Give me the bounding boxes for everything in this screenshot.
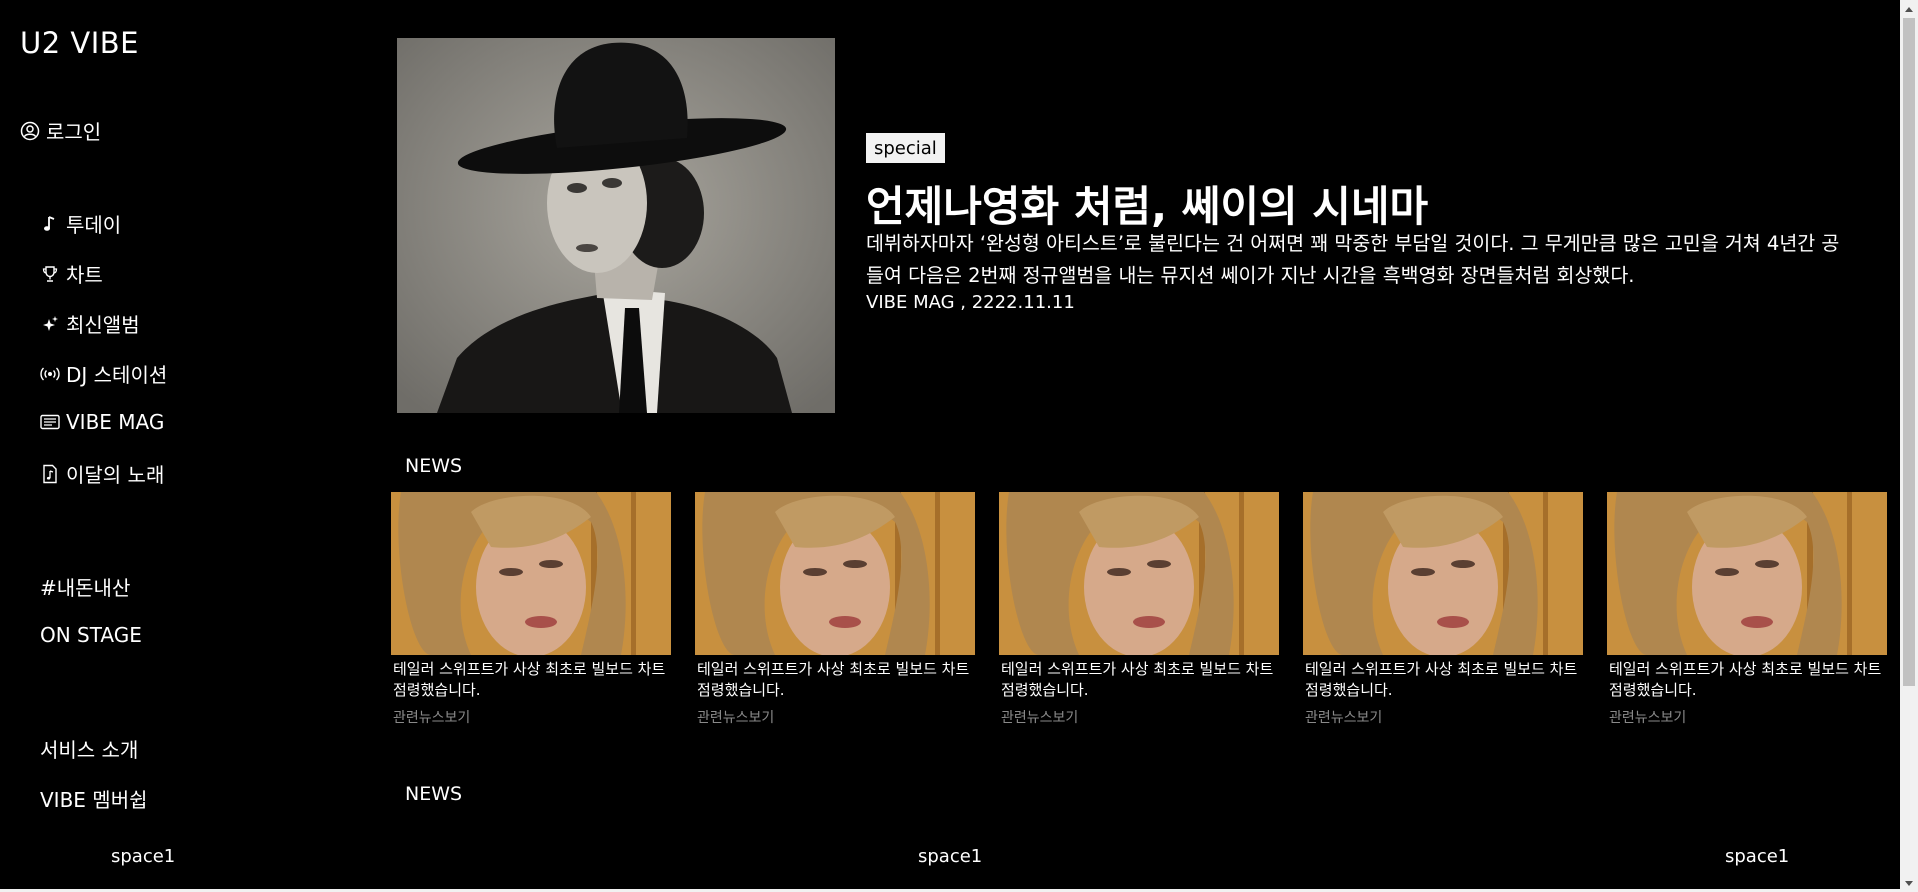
feature-meta: VIBE MAG , 2222.11.11 <box>866 292 1075 313</box>
feature-image[interactable] <box>397 38 835 413</box>
vertical-scrollbar[interactable] <box>1900 0 1918 892</box>
nav-label: VIBE MAG <box>66 410 165 434</box>
user-circle-icon <box>20 121 40 140</box>
music-note-icon <box>40 213 60 235</box>
related-news-link[interactable]: 관련뉴스보기 <box>695 707 975 727</box>
related-news-link[interactable]: 관련뉴스보기 <box>999 707 1279 727</box>
tag-link-my-money[interactable]: #내돈내산 <box>40 572 130 601</box>
space-label: space1 <box>1725 846 1790 867</box>
feature-badge: special <box>866 133 945 163</box>
news-caption: 테일러 스위프트가 사상 최초로 빌보드 차트 점령했습니다. <box>393 660 666 699</box>
news-card-list: 테일러 스위프트가 사상 최초로 빌보드 차트 점령했습니다. 관련뉴스보기 테… <box>391 492 1888 732</box>
news-thumbnail[interactable] <box>999 492 1279 655</box>
nav-item-chart[interactable]: 차트 <box>40 259 103 288</box>
nav-label: 최신앨범 <box>66 313 140 337</box>
news-caption: 테일러 스위프트가 사상 최초로 빌보드 차트 점령했습니다. <box>1305 660 1578 699</box>
sidebar: U2 VIBE 로그인 투데이 차트 최신앨범 DJ 스테이션 VIBE MAG… <box>0 0 380 892</box>
login-label: 로그인 <box>46 120 102 144</box>
tag-link-on-stage[interactable]: ON STAGE <box>40 623 142 647</box>
broadcast-icon <box>40 363 60 385</box>
logo[interactable]: U2 VIBE <box>20 26 139 60</box>
nav-item-dj-station[interactable]: DJ 스테이션 <box>40 359 167 388</box>
news-thumbnail[interactable] <box>1607 492 1887 655</box>
news-card[interactable]: 테일러 스위프트가 사상 최초로 빌보드 차트 점령했습니다. 관련뉴스보기 <box>1607 492 1887 727</box>
music-file-icon <box>40 463 60 485</box>
related-news-link[interactable]: 관련뉴스보기 <box>1303 707 1583 727</box>
nav-label: 투데이 <box>66 213 122 237</box>
news-thumbnail[interactable] <box>695 492 975 655</box>
related-news-link[interactable]: 관련뉴스보기 <box>1607 707 1887 727</box>
space-label: space1 <box>111 846 176 867</box>
nav-label: 이달의 노래 <box>66 463 165 487</box>
news-card[interactable]: 테일러 스위프트가 사상 최초로 빌보드 차트 점령했습니다. 관련뉴스보기 <box>391 492 671 727</box>
trophy-icon <box>40 263 60 285</box>
related-news-link[interactable]: 관련뉴스보기 <box>391 707 671 727</box>
news-card[interactable]: 테일러 스위프트가 사상 최초로 빌보드 차트 점령했습니다. 관련뉴스보기 <box>695 492 975 727</box>
nav-label: 차트 <box>66 263 103 287</box>
membership-link[interactable]: VIBE 멤버쉽 <box>40 784 148 813</box>
feature-title[interactable]: 언제나영화 처럼, 쎄이의 시네마 <box>866 173 1428 234</box>
nav-item-new-albums[interactable]: 최신앨범 <box>40 309 140 338</box>
sparkle-icon <box>40 313 60 335</box>
scroll-up-icon[interactable] <box>1900 0 1918 17</box>
nav-item-today[interactable]: 투데이 <box>40 209 121 238</box>
login-button[interactable]: 로그인 <box>20 116 101 145</box>
nav-item-song-of-month[interactable]: 이달의 노래 <box>40 459 164 488</box>
service-intro-link[interactable]: 서비스 소개 <box>40 734 138 763</box>
nav-label: DJ 스테이션 <box>66 363 168 387</box>
news-thumbnail[interactable] <box>391 492 671 655</box>
scrollbar-thumb[interactable] <box>1903 18 1915 686</box>
news-card[interactable]: 테일러 스위프트가 사상 최초로 빌보드 차트 점령했습니다. 관련뉴스보기 <box>999 492 1279 727</box>
magazine-icon <box>40 411 60 433</box>
nav-item-vibe-mag[interactable]: VIBE MAG <box>40 410 164 434</box>
news-thumbnail[interactable] <box>1303 492 1583 655</box>
space-label: space1 <box>918 846 983 867</box>
news-section-title-2: NEWS <box>405 783 463 805</box>
news-caption: 테일러 스위프트가 사상 최초로 빌보드 차트 점령했습니다. <box>1609 660 1882 699</box>
news-section-title: NEWS <box>405 455 463 477</box>
feature-description: 데뷔하자마자 ‘완성형 아티스트’로 불린다는 건 어쩌면 꽤 막중한 부담일 … <box>866 232 1840 287</box>
news-caption: 테일러 스위프트가 사상 최초로 빌보드 차트 점령했습니다. <box>697 660 970 699</box>
scroll-down-icon[interactable] <box>1900 875 1918 892</box>
news-card[interactable]: 테일러 스위프트가 사상 최초로 빌보드 차트 점령했습니다. 관련뉴스보기 <box>1303 492 1583 727</box>
news-caption: 테일러 스위프트가 사상 최초로 빌보드 차트 점령했습니다. <box>1001 660 1274 699</box>
